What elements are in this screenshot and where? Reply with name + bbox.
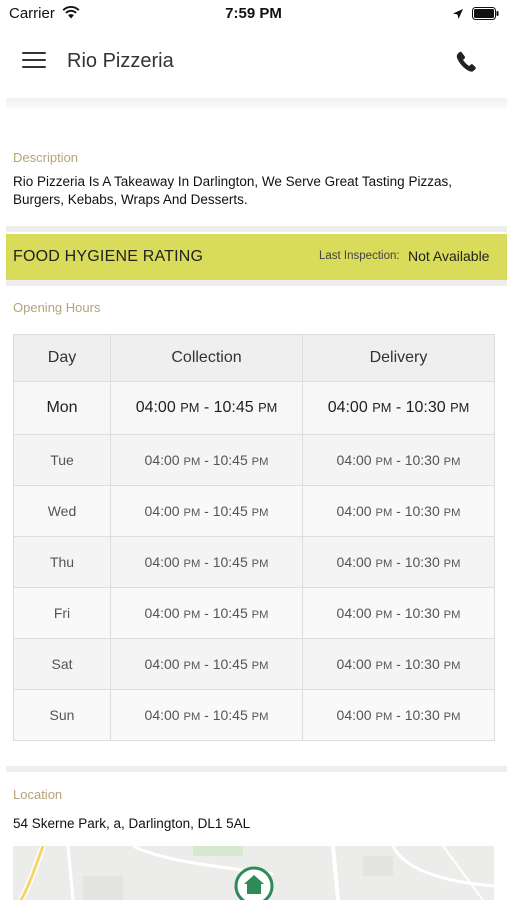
header-divider (6, 98, 507, 108)
clock: 7:59 PM (225, 5, 282, 22)
delivery-hours-cell: 04:00 PM - 10:30 PM (302, 381, 495, 435)
phone-icon[interactable] (455, 50, 479, 79)
table-row: Thu 04:00 PM - 10:45 PM 04:00 PM - 10:30… (13, 536, 495, 588)
column-header-collection: Collection (110, 334, 303, 382)
collection-hours-cell: 04:00 PM - 10:45 PM (110, 689, 303, 741)
location-arrow-icon (452, 7, 464, 25)
delivery-hours-cell: 04:00 PM - 10:30 PM (302, 485, 495, 537)
day-cell: Wed (13, 485, 111, 537)
collection-hours-cell: 04:00 PM - 10:45 PM (110, 536, 303, 588)
table-row: Tue 04:00 PM - 10:45 PM 04:00 PM - 10:30… (13, 434, 495, 486)
location-label: Location (13, 787, 63, 802)
food-hygiene-banner: FOOD HYGIENE RATING Last Inspection: Not… (6, 234, 507, 280)
table-row: Sun 04:00 PM - 10:45 PM 04:00 PM - 10:30… (13, 689, 495, 741)
location-address: 54 Skerne Park, a, Darlington, DL1 5AL (13, 816, 251, 831)
status-bar: Carrier 7:59 PM (0, 0, 507, 28)
table-row: Fri 04:00 PM - 10:45 PM 04:00 PM - 10:30… (13, 587, 495, 639)
day-cell: Mon (13, 381, 111, 435)
day-cell: Sun (13, 689, 111, 741)
day-cell: Thu (13, 536, 111, 588)
opening-hours-label: Opening Hours (13, 300, 101, 315)
page-title: Rio Pizzeria (67, 50, 174, 72)
last-inspection-value: Not Available (408, 248, 490, 264)
delivery-hours-cell: 04:00 PM - 10:30 PM (302, 536, 495, 588)
column-header-delivery: Delivery (302, 334, 495, 382)
delivery-hours-cell: 04:00 PM - 10:30 PM (302, 689, 495, 741)
column-header-day: Day (13, 334, 111, 382)
collection-hours-cell: 04:00 PM - 10:45 PM (110, 381, 303, 435)
collection-hours-cell: 04:00 PM - 10:45 PM (110, 485, 303, 537)
description-text: Rio Pizzeria Is A Takeaway In Darlington… (13, 174, 452, 207)
collection-hours-cell: 04:00 PM - 10:45 PM (110, 587, 303, 639)
section-divider (6, 766, 507, 772)
delivery-hours-cell: 04:00 PM - 10:30 PM (302, 434, 495, 486)
description-label: Description (13, 150, 79, 165)
day-cell: Fri (13, 587, 111, 639)
table-row: Sat 04:00 PM - 10:45 PM 04:00 PM - 10:30… (13, 638, 495, 690)
home-pin-icon[interactable] (234, 866, 274, 900)
table-header-row: Day Collection Delivery (13, 334, 495, 382)
table-row: Wed 04:00 PM - 10:45 PM 04:00 PM - 10:30… (13, 485, 495, 537)
battery-icon (472, 7, 500, 25)
location-map[interactable] (13, 846, 494, 900)
collection-hours-cell: 04:00 PM - 10:45 PM (110, 434, 303, 486)
delivery-hours-cell: 04:00 PM - 10:30 PM (302, 638, 495, 690)
table-row: Mon 04:00 PM - 10:45 PM 04:00 PM - 10:30… (13, 381, 495, 435)
last-inspection-label: Last Inspection: (319, 250, 400, 262)
collection-hours-cell: 04:00 PM - 10:45 PM (110, 638, 303, 690)
navigation-bar: Rio Pizzeria (0, 28, 507, 98)
day-cell: Sat (13, 638, 111, 690)
section-divider (6, 226, 507, 232)
delivery-hours-cell: 04:00 PM - 10:30 PM (302, 587, 495, 639)
section-divider (6, 280, 507, 286)
food-hygiene-title: FOOD HYGIENE RATING (13, 248, 204, 265)
hamburger-menu-icon[interactable] (22, 52, 46, 72)
day-cell: Tue (13, 434, 111, 486)
opening-hours-table: Day Collection Delivery Mon 04:00 PM - 1… (13, 334, 495, 741)
